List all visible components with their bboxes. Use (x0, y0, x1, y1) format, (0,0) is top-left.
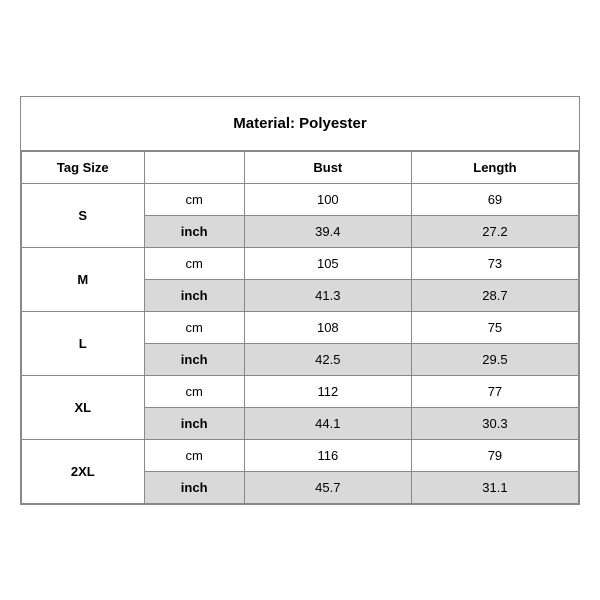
table-row: XLcm11277 (22, 375, 579, 407)
length-inch: 30.3 (411, 407, 578, 439)
length-cm: 69 (411, 183, 578, 215)
size-label: S (22, 183, 145, 247)
table-row: Scm10069 (22, 183, 579, 215)
size-label: XL (22, 375, 145, 439)
bust-cm: 100 (244, 183, 411, 215)
length-cm: 79 (411, 439, 578, 471)
table-row: 2XLcm11679 (22, 439, 579, 471)
bust-inch: 44.1 (244, 407, 411, 439)
unit-cm: cm (144, 311, 244, 343)
unit-inch: inch (144, 471, 244, 503)
bust-cm: 112 (244, 375, 411, 407)
unit-cm: cm (144, 183, 244, 215)
table-row: Mcm10573 (22, 247, 579, 279)
size-label: 2XL (22, 439, 145, 503)
size-chart-container: Material: Polyester Tag Size Bust Length… (20, 96, 580, 505)
chart-title: Material: Polyester (21, 97, 579, 151)
unit-inch: inch (144, 407, 244, 439)
length-inch: 27.2 (411, 215, 578, 247)
col-header-bust: Bust (244, 151, 411, 183)
unit-inch: inch (144, 215, 244, 247)
size-label: M (22, 247, 145, 311)
bust-cm: 116 (244, 439, 411, 471)
length-inch: 31.1 (411, 471, 578, 503)
length-inch: 29.5 (411, 343, 578, 375)
bust-cm: 105 (244, 247, 411, 279)
length-cm: 73 (411, 247, 578, 279)
size-table: Tag Size Bust Length Scm10069inch39.427.… (21, 151, 579, 504)
length-cm: 75 (411, 311, 578, 343)
length-cm: 77 (411, 375, 578, 407)
length-inch: 28.7 (411, 279, 578, 311)
unit-inch: inch (144, 279, 244, 311)
unit-cm: cm (144, 375, 244, 407)
col-header-unit (144, 151, 244, 183)
bust-inch: 39.4 (244, 215, 411, 247)
unit-inch: inch (144, 343, 244, 375)
col-header-tag-size: Tag Size (22, 151, 145, 183)
size-label: L (22, 311, 145, 375)
bust-inch: 45.7 (244, 471, 411, 503)
col-header-length: Length (411, 151, 578, 183)
table-row: Lcm10875 (22, 311, 579, 343)
bust-inch: 41.3 (244, 279, 411, 311)
unit-cm: cm (144, 439, 244, 471)
table-header: Tag Size Bust Length (22, 151, 579, 183)
bust-cm: 108 (244, 311, 411, 343)
bust-inch: 42.5 (244, 343, 411, 375)
unit-cm: cm (144, 247, 244, 279)
